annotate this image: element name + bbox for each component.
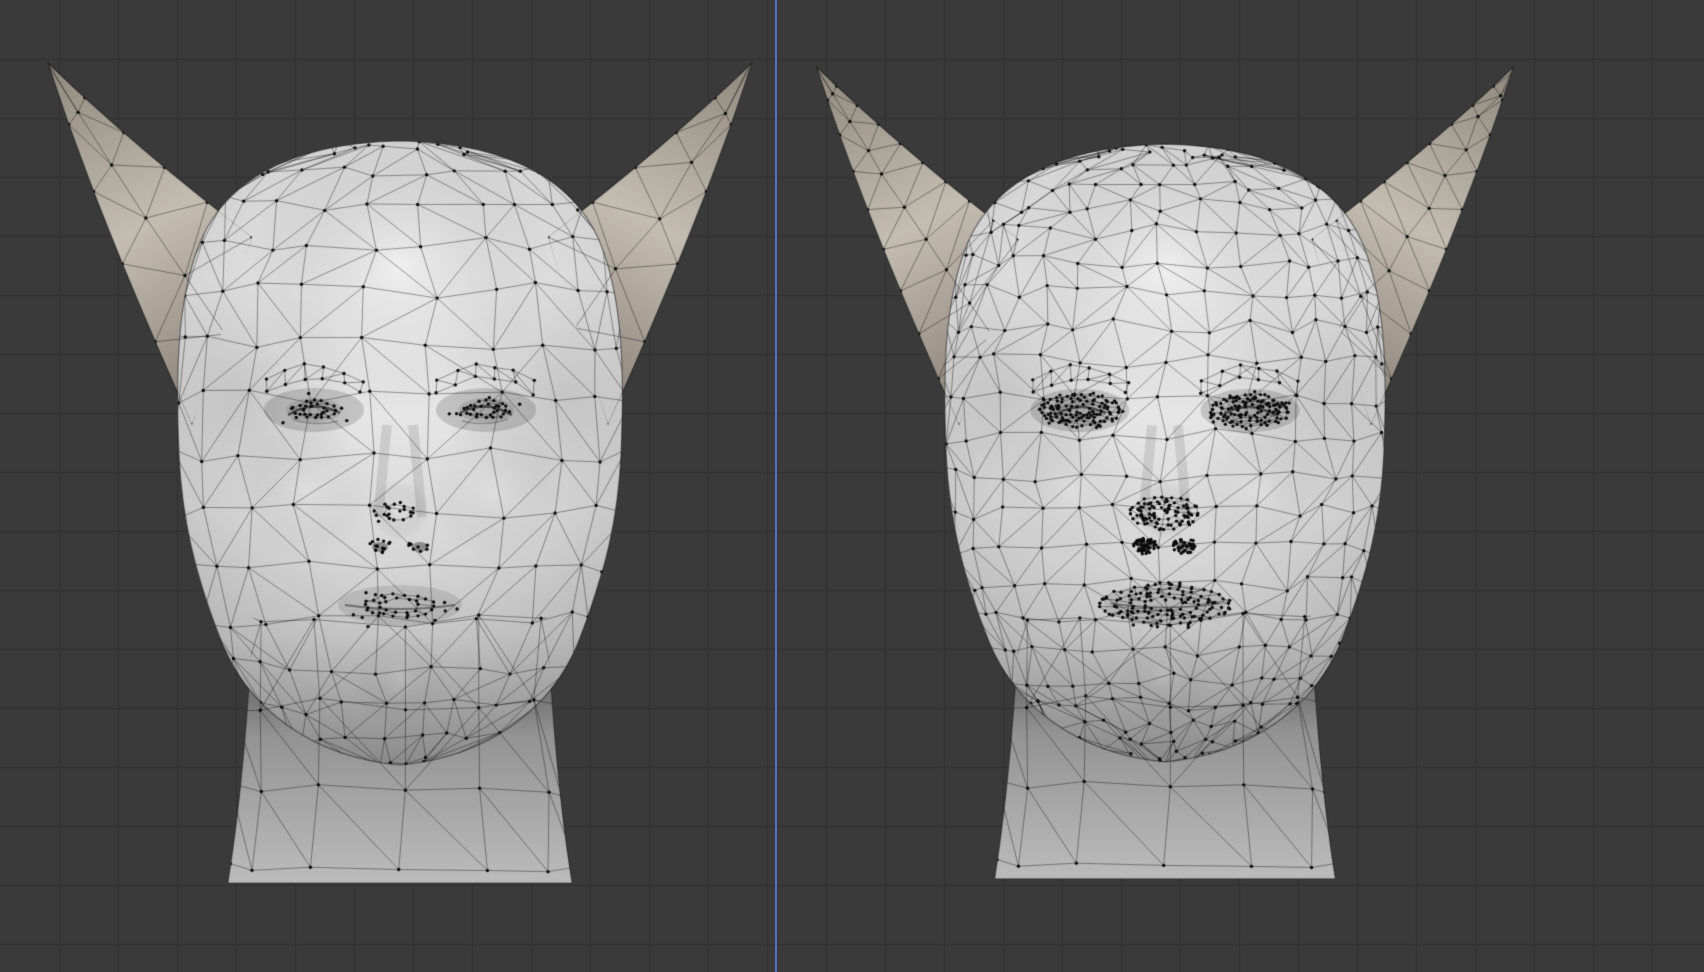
3d-viewport-split [0, 0, 1704, 972]
viewport-right-head-mesh[interactable] [777, 0, 1704, 972]
viewport-left-head-mesh[interactable] [0, 0, 775, 972]
